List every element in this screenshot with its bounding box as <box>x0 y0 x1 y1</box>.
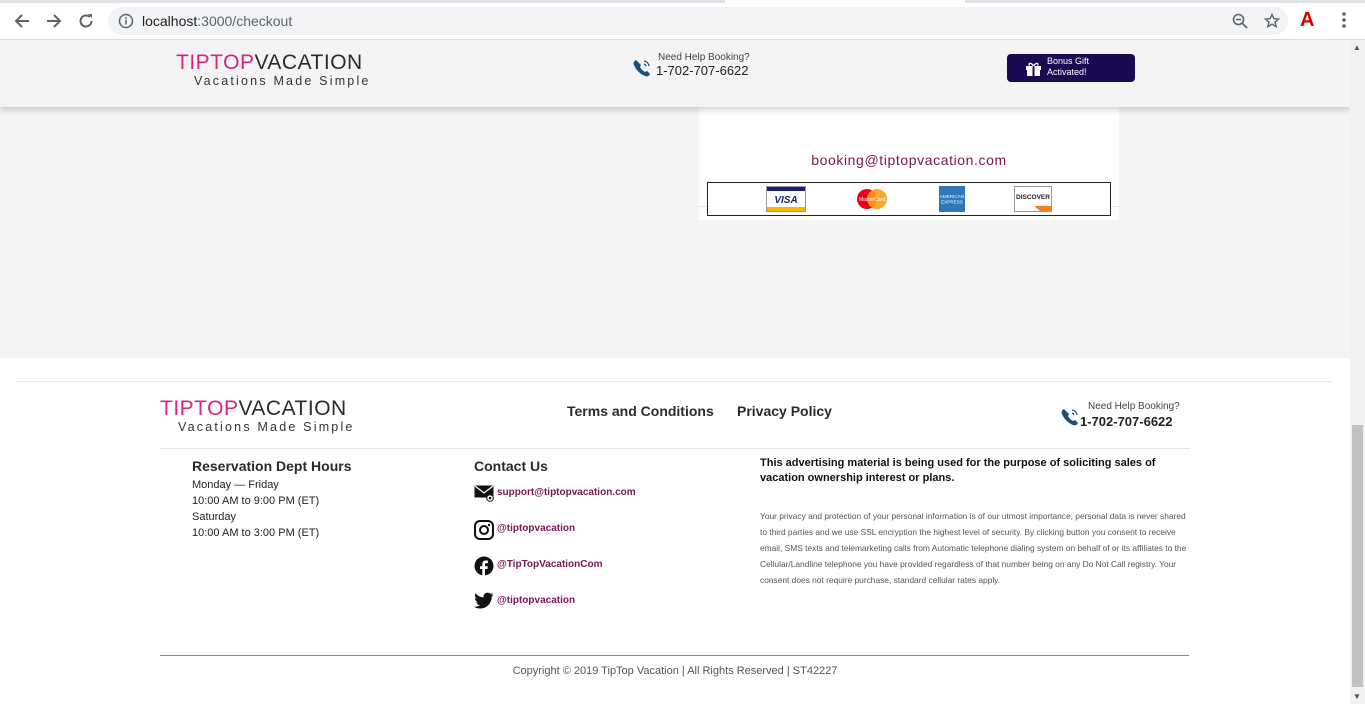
footer-bottom-divider <box>160 655 1189 656</box>
amex-card-icon: AMERICAN EXPRESS <box>939 186 965 212</box>
contact-us: Contact Us support@tiptopvacation.com @t… <box>474 458 636 609</box>
footer-divider <box>16 381 1332 382</box>
copyright: Copyright © 2019 TipTop Vacation | All R… <box>512 665 838 677</box>
privacy-link[interactable]: Privacy Policy <box>737 403 832 419</box>
hours-line: Monday — Friday <box>192 479 279 491</box>
site-footer: TIPTOPVACATION Vacations Made Simple Ter… <box>0 358 1350 704</box>
privacy-notice: Your privacy and protection of your pers… <box>760 511 1187 585</box>
scrollbar-thumb[interactable] <box>1352 425 1363 687</box>
mastercard-icon: MasterCard <box>857 189 887 209</box>
tab-strip <box>0 0 1365 3</box>
hours-line: Saturday <box>192 511 237 523</box>
svg-text:DISCOVER: DISCOVER <box>1016 194 1050 201</box>
info-icon[interactable] <box>118 13 134 29</box>
hours-line: 10:00 AM to 9:00 PM (ET) <box>192 495 320 507</box>
menu-icon[interactable] <box>1336 11 1352 29</box>
page-viewport: booking@tiptopvacation.com VISA MasterCa… <box>0 40 1350 704</box>
hours-title: Reservation Dept Hours <box>192 458 352 474</box>
page-scrollbar[interactable]: ▲ ▼ <box>1350 40 1365 704</box>
extension-icon[interactable]: A <box>1300 9 1314 32</box>
reload-icon[interactable] <box>74 9 98 33</box>
url-text[interactable]: localhost:3000/checkout <box>142 13 292 29</box>
disclaimer: This advertising material is being used … <box>760 456 1190 588</box>
scroll-up-icon[interactable]: ▲ <box>1353 43 1361 52</box>
forward-icon[interactable] <box>42 9 66 33</box>
bookmark-star-icon[interactable] <box>1264 13 1280 29</box>
advertising-disclaimer: This advertising material is being used … <box>760 457 1156 484</box>
gift-icon <box>1026 62 1041 76</box>
phone-icon <box>1061 409 1078 426</box>
svg-text:VISA: VISA <box>774 195 797 206</box>
visa-card-icon: VISA <box>766 186 806 212</box>
twitter-icon <box>474 592 494 609</box>
header-logo[interactable]: TIPTOPVACATION Vacations Made Simple <box>176 52 371 89</box>
svg-text:MasterCard: MasterCard <box>859 197 885 203</box>
phone-icon <box>633 60 650 77</box>
site-header: TIPTOPVACATION Vacations Made Simple Nee… <box>0 40 1350 107</box>
envelope-icon <box>474 485 494 502</box>
zoom-icon[interactable] <box>1232 13 1248 29</box>
scroll-down-icon[interactable]: ▼ <box>1353 692 1361 701</box>
svg-text:EXPRESS: EXPRESS <box>941 200 963 205</box>
reservation-hours: Reservation Dept Hours Monday — Friday 1… <box>192 458 351 541</box>
back-icon[interactable] <box>10 9 34 33</box>
booking-email-link[interactable]: booking@tiptopvacation.com <box>699 152 1119 168</box>
instagram-icon <box>474 520 494 540</box>
footer-logo[interactable]: TIPTOPVACATION Vacations Made Simple <box>160 398 355 435</box>
browser-toolbar: localhost:3000/checkout A <box>0 0 1365 40</box>
facebook-icon <box>474 556 494 576</box>
terms-link[interactable]: Terms and Conditions <box>567 403 714 419</box>
bonus-gift-badge[interactable]: Bonus Gift Activated! <box>1007 54 1135 82</box>
contact-title: Contact Us <box>474 458 548 474</box>
discover-card-icon: DISCOVER <box>1014 186 1052 212</box>
hours-line: 10:00 AM to 3:00 PM (ET) <box>192 527 320 539</box>
address-bar[interactable]: localhost:3000/checkout <box>108 7 1288 35</box>
svg-text:AMERICAN: AMERICAN <box>940 194 964 199</box>
footer-divider <box>160 448 1190 449</box>
payment-methods: VISA MasterCard AMERICAN EXPRESS DISCOVE… <box>707 182 1111 216</box>
